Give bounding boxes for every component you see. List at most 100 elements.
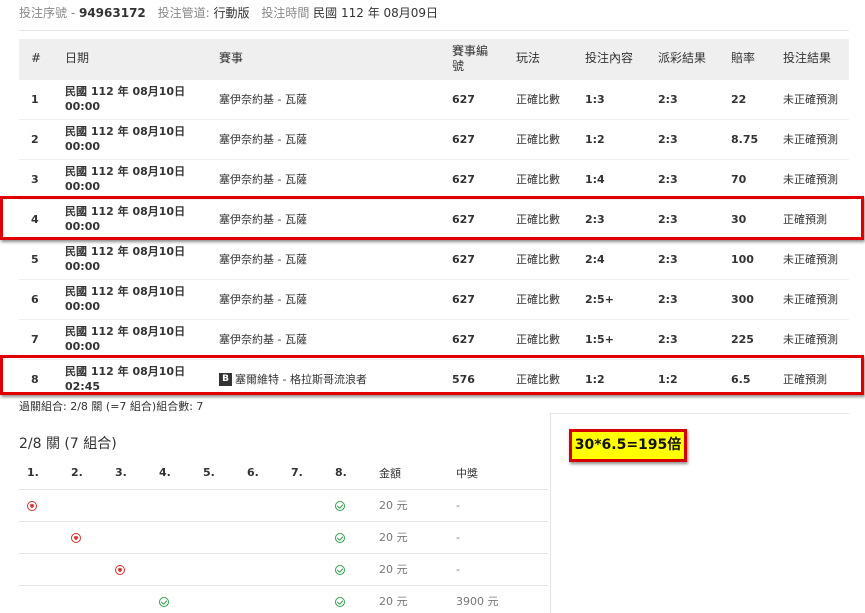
combo-amount: 20 元: [371, 488, 448, 521]
combos-panel: 2/8 關 (7 組合) 1. 2. 3. 4. 5. 6. 7. 8. 金額 …: [19, 413, 548, 613]
match-date: 民國 112 年 08月10日 00:00: [55, 78, 209, 119]
match-date: 民國 112 年 08月10日 02:45: [55, 358, 209, 399]
combo-cell: [107, 584, 151, 613]
col-header-result: 派彩結果: [648, 39, 721, 79]
match-cell: 塞伊奈約基 - 瓦薩: [209, 318, 442, 359]
combo-cell: [327, 520, 371, 553]
table-row: 20 元 3900 元: [19, 584, 548, 613]
miss-icon: [27, 500, 37, 511]
payout-result: 2:3: [648, 198, 721, 239]
combo-cell: [327, 584, 371, 613]
match-cell: 塞伊奈約基 - 瓦薩: [209, 238, 442, 279]
match-name: 塞伊奈約基 - 瓦薩: [219, 332, 307, 346]
combo-cell: [19, 584, 63, 613]
col-header-pick: 投注內容: [575, 39, 648, 79]
table-row: 1 民國 112 年 08月10日 00:00 塞伊奈約基 - 瓦薩 627 正確比數 1:…: [19, 78, 849, 119]
time-line: 00:00: [65, 340, 101, 353]
match-name: 塞伊奈約基 - 瓦薩: [219, 252, 307, 266]
combo-col-7: 7.: [291, 466, 303, 480]
match-date: 民國 112 年 08月10日 00:00: [55, 278, 209, 319]
row-number: 7: [19, 318, 55, 359]
match-name: 塞伊奈約基 - 瓦薩: [219, 132, 307, 146]
time-line: 00:00: [65, 300, 101, 313]
odds: 8.75: [721, 118, 773, 159]
match-name: 塞伊奈約基 - 瓦薩: [219, 212, 307, 226]
combo-amount: 20 元: [371, 552, 448, 585]
odds: 30: [721, 198, 773, 239]
odds: 70: [721, 158, 773, 199]
play-type: 正確比數: [506, 238, 575, 279]
combos-table-header: 1. 2. 3. 4. 5. 6. 7. 8. 金額 中獎: [19, 457, 548, 489]
combo-cell: [107, 520, 151, 553]
date-line: 民國 112 年 08月10日: [65, 165, 186, 178]
match-cell: 塞伊奈約基 - 瓦薩: [209, 118, 442, 159]
combo-col-amount: 金額: [379, 466, 401, 480]
combo-cell: [19, 488, 63, 521]
payout-result: 2:3: [648, 238, 721, 279]
bets-table: # 日期 賽事 賽事編號 玩法 投注內容 派彩結果 賠率 投注結果 1 民國 11…: [19, 39, 849, 399]
combo-amount: 20 元: [371, 584, 448, 613]
table-row: 3 民國 112 年 08月10日 00:00 塞伊奈約基 - 瓦薩 627 正確比數 1:…: [19, 158, 849, 199]
combo-col-2: 2.: [71, 466, 83, 480]
match-date: 民國 112 年 08月10日 00:00: [55, 238, 209, 279]
bet-outcome: 未正確預測: [773, 78, 849, 119]
combo-cell: [283, 520, 327, 553]
bet-pick: 1:5+: [575, 318, 648, 359]
match-code: 576: [442, 358, 506, 399]
bet-pick: 1:2: [575, 358, 648, 399]
miss-icon: [71, 532, 81, 543]
match-code: 627: [442, 238, 506, 279]
combo-cell: [151, 520, 195, 553]
col-header-match-code: 賽事編號: [442, 39, 506, 79]
col-header-play: 玩法: [506, 39, 575, 79]
bet-outcome: 正確預測: [773, 358, 849, 399]
table-row: 20 元-: [19, 520, 548, 553]
odds-callout: 30*6.5=195倍: [569, 429, 687, 462]
time-line: 00:00: [65, 220, 101, 233]
time-line: 00:00: [65, 100, 101, 113]
channel-label: 投注管道:: [157, 6, 210, 20]
hit-icon: [335, 596, 345, 607]
date-line: 民國 112 年 08月10日: [65, 205, 186, 218]
combo-cell: [63, 488, 107, 521]
odds: 100: [721, 238, 773, 279]
combo-cell: [327, 488, 371, 521]
play-type: 正確比數: [506, 358, 575, 399]
table-row: 20 元-: [19, 552, 548, 585]
combo-col-prize: 中獎: [456, 466, 478, 480]
combo-cell: [107, 552, 151, 585]
match-cell: 塞伊奈約基 - 瓦薩: [209, 278, 442, 319]
row-number: 2: [19, 118, 55, 159]
match-code: 627: [442, 278, 506, 319]
combo-col-1: 1.: [27, 466, 39, 480]
combo-amount: 20 元: [371, 520, 448, 553]
match-code: 627: [442, 318, 506, 359]
payout-result: 2:3: [648, 118, 721, 159]
bets-table-header: # 日期 賽事 賽事編號 玩法 投注內容 派彩結果 賠率 投注結果: [19, 39, 849, 79]
combo-col-6: 6.: [247, 466, 259, 480]
combo-cell: [151, 552, 195, 585]
combo-cell: [63, 584, 107, 613]
match-date: 民國 112 年 08月10日 00:00: [55, 118, 209, 159]
time-value: 民國 112 年 08月09日: [313, 6, 439, 20]
combo-cell: [63, 520, 107, 553]
play-type: 正確比數: [506, 318, 575, 359]
match-cell: 塞伊奈約基 - 瓦薩: [209, 78, 442, 119]
match-date: 民國 112 年 08月10日 00:00: [55, 198, 209, 239]
odds: 6.5: [721, 358, 773, 399]
combo-prize: -: [448, 520, 548, 553]
payout-result: 2:3: [648, 78, 721, 119]
play-type: 正確比數: [506, 118, 575, 159]
bet-info-bar: 投注序號 - 94963172 投注管道: 行動版 投注時間 民國 112 年 …: [19, 4, 438, 21]
time-line: 00:00: [65, 260, 101, 273]
time-line: 00:00: [65, 180, 101, 193]
table-row: 6 民國 112 年 08月10日 00:00 塞伊奈約基 - 瓦薩 627 正確比數 2:…: [19, 278, 849, 319]
hit-icon: [159, 596, 169, 607]
match-code: 627: [442, 78, 506, 119]
match-cell: 塞伊奈約基 - 瓦薩: [209, 198, 442, 239]
combo-prize: -: [448, 552, 548, 585]
combo-cell: [195, 520, 239, 553]
combo-cell: [107, 488, 151, 521]
row-number: 1: [19, 78, 55, 119]
table-row: 8 民國 112 年 08月10日 02:45 B 塞爾維特 - 格拉斯哥流浪者 576 正…: [19, 358, 849, 399]
